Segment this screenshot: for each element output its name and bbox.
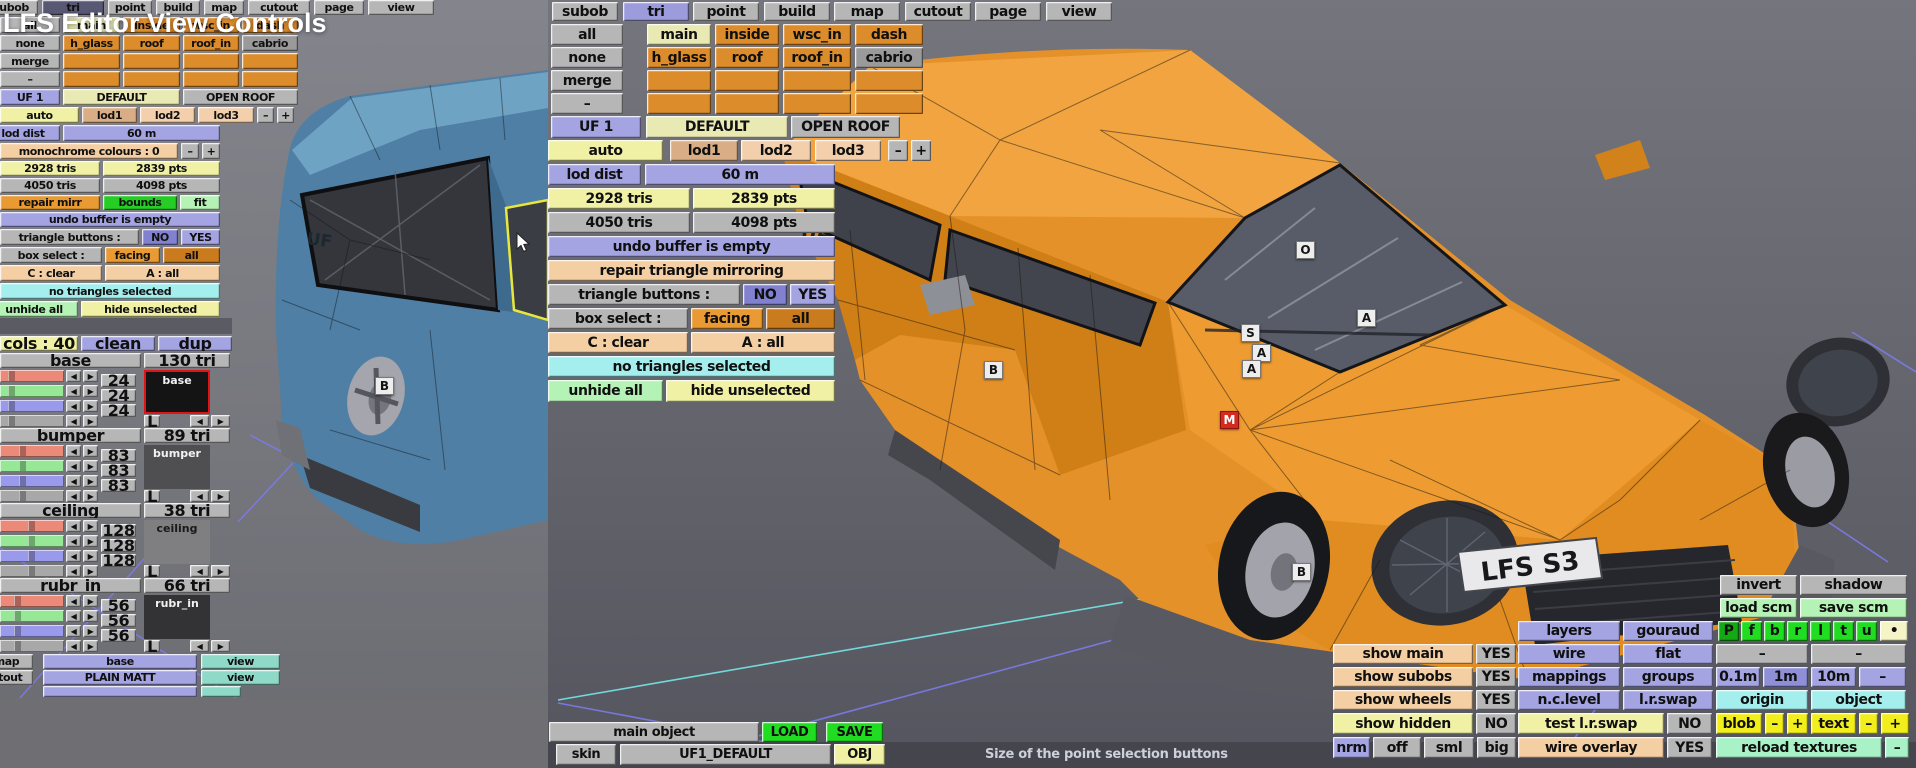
- video-title: LFS Editor View Controls: [3, 8, 327, 38]
- lfs-editor-screen: LFS S3 UF ubob tri point build map cutou…: [0, 0, 1916, 768]
- selection-badge-a[interactable]: A: [1357, 309, 1376, 327]
- selection-badge-o[interactable]: O: [1296, 241, 1315, 259]
- selection-badge-b[interactable]: B: [984, 361, 1003, 379]
- selection-badge-b[interactable]: B: [375, 377, 394, 395]
- selection-badge-b[interactable]: B: [1292, 563, 1311, 581]
- model-badges: OASAAMBBB: [0, 0, 1916, 768]
- selection-badge-s[interactable]: S: [1241, 324, 1260, 342]
- selection-badge-m[interactable]: M: [1220, 411, 1239, 429]
- mouse-cursor: [516, 232, 531, 253]
- selection-badge-a[interactable]: A: [1242, 360, 1261, 378]
